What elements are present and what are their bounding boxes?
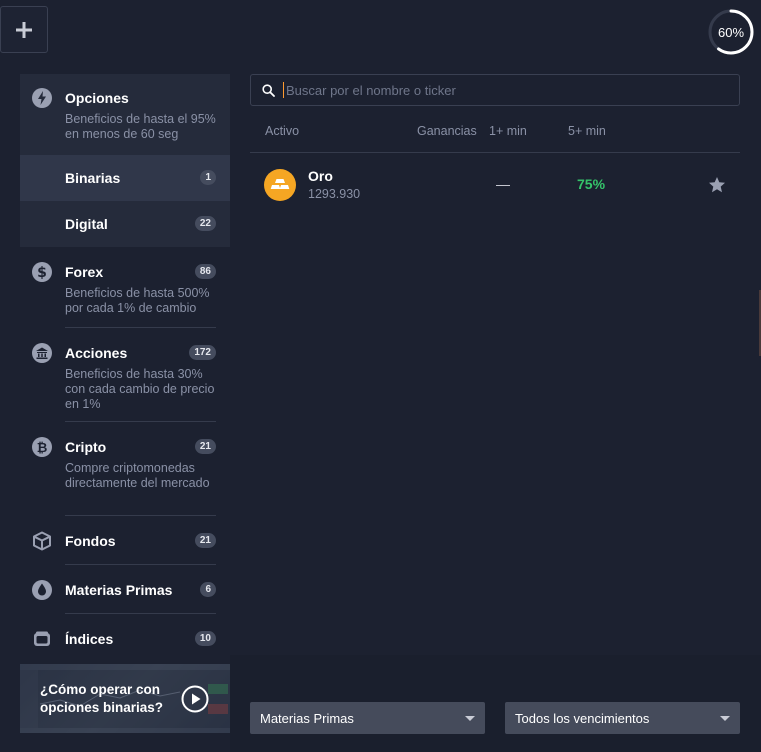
sidebar-item-label: Digital: [65, 216, 108, 232]
count-badge: 22: [194, 216, 216, 231]
progress-indicator: 60%: [706, 8, 756, 56]
column-header-5min[interactable]: 5+ min: [568, 124, 606, 138]
category-indices[interactable]: Índices 10: [20, 614, 230, 663]
sidebar: Opciones Beneficios de hasta el 95% en m…: [20, 74, 230, 660]
sidebar-item-digital[interactable]: Digital 22: [20, 201, 230, 247]
count-badge: 6: [200, 582, 216, 597]
box-icon: [33, 531, 51, 551]
column-header-1min[interactable]: 1+ min: [489, 124, 527, 138]
column-header-activo[interactable]: Activo: [265, 124, 299, 138]
count-badge: 21: [194, 439, 216, 454]
category-materias-primas[interactable]: Materias Primas 6: [20, 565, 230, 614]
column-header-ganancias[interactable]: Ganancias: [417, 124, 477, 138]
favorite-star-icon[interactable]: [708, 176, 726, 194]
category-desc: Compre criptomonedas directamente del me…: [65, 461, 210, 490]
category-opciones[interactable]: Opciones Beneficios de hasta el 95% en m…: [20, 74, 230, 155]
category-cripto[interactable]: ₿ Cripto 21 Compre criptomonedas directa…: [20, 422, 230, 516]
drop-icon: [32, 580, 52, 600]
svg-text:₿: ₿: [37, 441, 48, 456]
category-select[interactable]: Materias Primas: [250, 702, 485, 734]
wallet-icon: [34, 631, 50, 646]
count-badge: 1: [200, 170, 216, 185]
count-badge: 21: [194, 533, 216, 548]
add-asset-button[interactable]: [0, 6, 48, 53]
category-forex[interactable]: $ Forex 86 Beneficios de hasta 500% por …: [20, 247, 230, 328]
caret-down-icon: [465, 716, 475, 721]
table-row[interactable]: Oro 1293.930 — 75%: [250, 160, 740, 210]
count-badge: 86: [194, 264, 216, 279]
asset-price: 1293.930: [308, 187, 361, 201]
category-title: Cripto: [65, 439, 107, 455]
category-fondos[interactable]: Fondos 21: [20, 516, 230, 565]
lightning-icon: [32, 88, 52, 108]
tutorial-text: ¿Cómo operar con opciones binarias?: [40, 682, 164, 715]
category-title: Índices: [65, 631, 114, 647]
category-title: Materias Primas: [65, 582, 173, 598]
search-icon: [262, 83, 275, 97]
select-value: Todos los vencimientos: [515, 710, 650, 726]
category-acciones[interactable]: Acciones 172 Beneficios de hasta 30% con…: [20, 328, 230, 422]
caret-down-icon: [720, 716, 730, 721]
count-badge: 10: [194, 631, 216, 646]
select-value: Materias Primas: [260, 710, 354, 726]
sidebar-item-binarias[interactable]: Binarias 1: [20, 155, 230, 201]
category-title: Fondos: [65, 533, 116, 549]
bank-icon: [32, 343, 52, 363]
expiry-select[interactable]: Todos los vencimientos: [505, 702, 740, 734]
category-desc: Beneficios de hasta 30% con cada cambio …: [65, 367, 215, 411]
search-input[interactable]: [283, 82, 723, 98]
bitcoin-icon: ₿: [32, 437, 52, 457]
profit-5min: 75%: [577, 176, 606, 192]
category-title: Forex: [65, 264, 104, 280]
category-title: Opciones: [65, 90, 129, 106]
progress-label: 60%: [717, 24, 745, 40]
dollar-icon: $: [32, 262, 52, 282]
sidebar-item-label: Binarias: [65, 170, 121, 186]
category-desc: Beneficios de hasta el 95% en menos de 6…: [65, 112, 216, 141]
profit-1min: —: [496, 176, 510, 192]
asset-name: Oro: [308, 168, 333, 184]
play-icon: [181, 685, 209, 713]
gold-bars-icon: [264, 169, 296, 201]
tutorial-video-banner[interactable]: ¿Cómo operar con opciones binarias?: [20, 664, 230, 733]
category-desc: Beneficios de hasta 500% por cada 1% de …: [65, 286, 210, 315]
count-badge: 172: [189, 345, 216, 360]
svg-text:$: $: [37, 265, 47, 281]
category-group-opciones: Opciones Beneficios de hasta el 95% en m…: [20, 74, 230, 247]
plus-icon: [16, 21, 32, 38]
search-box[interactable]: [250, 74, 740, 106]
